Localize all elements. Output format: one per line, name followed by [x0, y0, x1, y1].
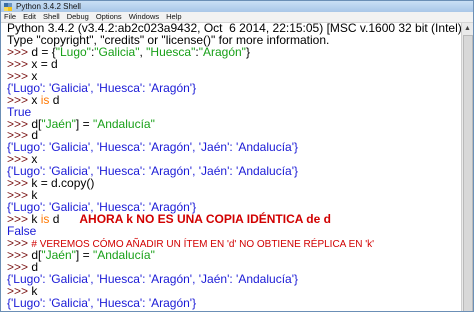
python-shell-window: Python 3.4.2 Shell File Edit Shell Debug…: [0, 0, 474, 312]
shell-segment: x: [31, 92, 41, 107]
shell-line: >>> x is d: [7, 92, 462, 107]
shell-line: >>> k = d.copy(): [7, 176, 462, 191]
menu-bar: File Edit Shell Debug Options Windows He…: [1, 12, 473, 23]
shell-line: {'Lugo': 'Galicia', 'Huesca': 'Aragón', …: [7, 140, 462, 155]
window-title: Python 3.4.2 Shell: [16, 2, 81, 11]
shell-segment: d: [49, 212, 80, 226]
shell-segment: {'Lugo': 'Galicia', 'Huesca': 'Aragón', …: [7, 271, 298, 286]
shell-line: {'Lugo': 'Galicia', 'Huesca': 'Aragón'}: [7, 82, 462, 95]
shell-segment: "Aragón": [198, 44, 246, 59]
shell-segment: AHORA k NO ES UNA COPIA IDÉNTICA de d: [79, 212, 331, 226]
scroll-up-icon[interactable]: ▲: [462, 23, 473, 34]
shell-segment: "Jaén": [41, 116, 76, 131]
shell-segment: k = d.copy(): [31, 176, 95, 191]
scroll-thumb[interactable]: [463, 35, 473, 311]
shell-line: >>> x = d: [7, 58, 462, 71]
shell-line: False: [7, 225, 462, 238]
shell-line: >>> k is d AHORA k NO ES UNA COPIA IDÉNT…: [7, 212, 462, 226]
shell-segment: "Galicia": [94, 44, 140, 59]
shell-segment: {'Lugo': 'Galicia', 'Huesca': 'Aragón', …: [7, 140, 298, 155]
menu-debug[interactable]: Debug: [67, 12, 89, 22]
shell-segment: }: [245, 44, 250, 59]
shell-segment: ] =: [75, 247, 93, 262]
shell-segment: {'Lugo': 'Galicia', 'Huesca': 'Aragón'}: [7, 295, 197, 310]
shell-line: >>> d["Jaén"] = "Andalucía": [7, 247, 462, 262]
shell-segment: ] =: [75, 116, 93, 131]
shell-segment: "Lugo": [55, 44, 91, 59]
shell-line: {'Lugo': 'Galicia', 'Huesca': 'Aragón', …: [7, 271, 462, 286]
shell-segment: "Andalucía": [92, 247, 155, 262]
shell-segment: "Andalucía": [92, 116, 155, 131]
shell-segment: >>>: [7, 308, 31, 312]
shell-line: >>> d["Jaén"] = "Andalucía": [7, 116, 462, 131]
shell-text-area[interactable]: Python 3.4.2 (v3.4.2:ab2c023a9432, Oct 6…: [1, 23, 462, 311]
title-bar: Python 3.4.2 Shell: [1, 1, 473, 12]
menu-windows[interactable]: Windows: [129, 12, 159, 22]
menu-options[interactable]: Options: [96, 12, 122, 22]
shell-line: >>>: [7, 308, 462, 312]
shell-segment: "Huesca": [146, 44, 196, 59]
menu-file[interactable]: File: [4, 12, 16, 22]
menu-help[interactable]: Help: [166, 12, 181, 22]
menu-edit[interactable]: Edit: [23, 12, 36, 22]
shell-line: >>> d = {"Lugo":"Galicia", "Huesca":"Ara…: [7, 44, 462, 59]
python-icon: [4, 2, 12, 11]
shell-line: {'Lugo': 'Galicia', 'Huesca': 'Aragón'}: [7, 295, 462, 310]
vertical-scrollbar[interactable]: ▲: [461, 23, 473, 311]
shell-segment: d: [49, 92, 60, 107]
shell-segment: "Jaén": [41, 247, 76, 262]
menu-shell[interactable]: Shell: [43, 12, 60, 22]
